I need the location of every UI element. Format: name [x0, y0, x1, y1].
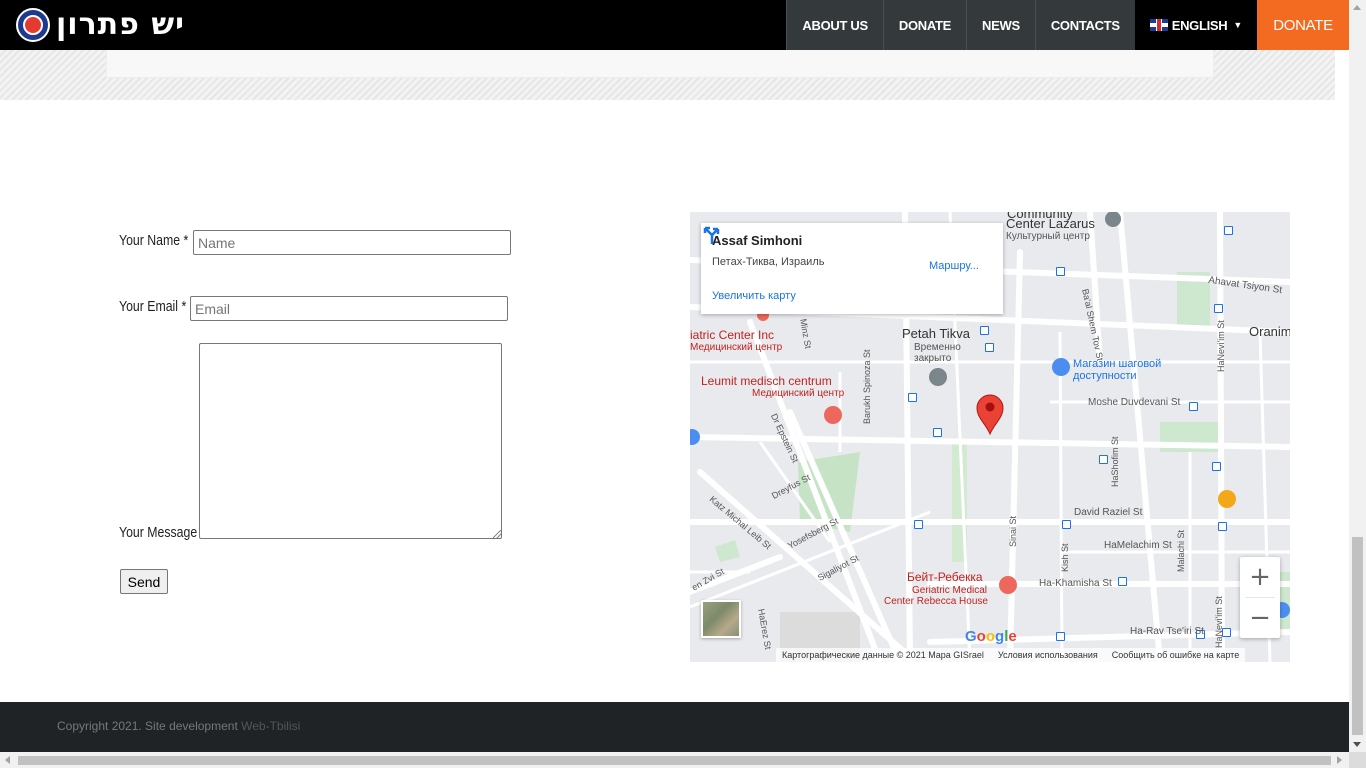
nav-news[interactable]: NEWS [966, 0, 1035, 50]
map-label: iatric Center Inc [690, 328, 775, 342]
copyright-text: Copyright 2021. Site development Web-Tbi… [57, 719, 300, 733]
message-label: Your Message [119, 524, 198, 541]
bus-stop-icon [908, 393, 917, 402]
map-label: Moshe Duvdevani St [1088, 397, 1181, 408]
horizontal-scrollbar[interactable] [0, 752, 1349, 768]
map-label: HaNevi'im St [1216, 320, 1226, 372]
vertical-scrollbar[interactable] [1349, 0, 1366, 752]
message-field-wrap [199, 343, 502, 539]
satellite-toggle-thumbnail[interactable] [701, 600, 741, 638]
map-label: Ha-Khamisha St [1039, 578, 1112, 589]
zoom-controls: + − [1240, 557, 1280, 638]
map-data-credit: Картографические данные © 2021 Mapa GISr… [782, 650, 984, 660]
bus-stop-icon [1214, 304, 1223, 313]
map-label: Leumit medisch centrum [701, 374, 832, 388]
resize-handle-icon[interactable] [493, 530, 501, 538]
scroll-up-arrow-icon[interactable] [1353, 5, 1361, 10]
place-title: Assaf Simhoni [712, 233, 803, 248]
send-button[interactable]: Send [120, 569, 168, 594]
place-info-card: Assaf Simhoni Петах-Тиква, Израиль Увели… [701, 223, 1003, 314]
nav-about-us[interactable]: ABOUT US [786, 0, 883, 50]
bus-stop-icon [1118, 577, 1127, 586]
bus-stop-icon [1189, 402, 1198, 411]
horizontal-scroll-thumb[interactable] [18, 756, 1331, 765]
scroll-left-arrow-icon[interactable] [5, 756, 10, 764]
name-label: Your Name * [119, 232, 189, 249]
map-label: Бейт-Ребекка [907, 570, 983, 584]
language-label: ENGLISH [1171, 17, 1228, 33]
logo-text: יש פתרון [56, 7, 185, 42]
bus-stop-icon [1056, 267, 1065, 276]
message-textarea[interactable] [199, 343, 502, 539]
language-selector[interactable]: ENGLISH ▼ [1134, 0, 1257, 50]
map-attribution: Картографические данные © 2021 Mapa GISr… [776, 648, 1246, 662]
map-label: Ha-Rav Tse'iri St [1130, 626, 1204, 637]
site-header: יש פתרון ABOUT US DONATE NEWS CONTACTS E… [0, 0, 1349, 50]
google-logo: Google [965, 628, 1017, 645]
bus-stop-icon [914, 520, 923, 529]
developer-link[interactable]: Web-Tbilisi [241, 719, 300, 733]
map-label: Center Lazarus [1006, 216, 1095, 231]
vertical-scroll-thumb[interactable] [1352, 537, 1363, 735]
map-label: Временно закрыто [914, 342, 961, 364]
name-input[interactable] [193, 230, 511, 255]
scroll-right-arrow-icon[interactable] [1337, 756, 1342, 764]
map-label: HaShofim St [1110, 436, 1120, 487]
email-label: Your Email * [119, 298, 187, 315]
logo-emblem-icon [16, 8, 50, 42]
bus-stop-icon [1224, 226, 1233, 235]
map-label: HaMelachim St [1104, 540, 1172, 551]
nav-donate[interactable]: DONATE [882, 0, 967, 50]
map-label: Sinai St [1008, 515, 1018, 547]
site-logo[interactable]: יש פתרון [16, 8, 185, 42]
directions-icon[interactable] [701, 223, 723, 245]
map-label: Медицинский центр [752, 388, 845, 399]
donate-button[interactable]: DONATE [1257, 0, 1349, 50]
map-label: David Raziel St [1074, 507, 1143, 518]
map-label: Oranim [1249, 324, 1290, 339]
hatched-band [0, 50, 1335, 100]
content-box-bottom [106, 50, 1214, 78]
bus-stop-icon [933, 428, 942, 437]
map-label: Культурный центр [1006, 231, 1090, 242]
location-pin-icon [976, 394, 1004, 436]
scroll-down-arrow-icon[interactable] [1353, 742, 1361, 747]
map-label: Malachi St [1176, 529, 1186, 572]
caret-down-icon: ▼ [1233, 20, 1242, 30]
map-label: Center Rebecca House [884, 596, 988, 607]
map-label: Petah Tikva [902, 326, 970, 341]
scrollbar-corner [1349, 752, 1366, 768]
map-label: Магазин шаговой доступности [1073, 358, 1162, 382]
terms-link[interactable]: Условия использования [998, 650, 1098, 660]
enlarge-map-link[interactable]: Увеличить карту [712, 290, 796, 302]
embedded-map[interactable]: Community Center Lazarus Культурный цент… [690, 212, 1290, 662]
bus-stop-icon [1218, 522, 1227, 531]
map-label: Geriatric Medical [912, 585, 988, 596]
bus-stop-icon [985, 343, 994, 352]
bus-stop-icon [1099, 455, 1108, 464]
email-input[interactable] [190, 296, 508, 321]
bus-stop-icon [980, 326, 989, 335]
map-label: Barukh Spinoza St [862, 349, 872, 424]
map-label: Медицинский центр [690, 342, 783, 353]
copyright-label: Copyright 2021. Site development [57, 719, 238, 733]
map-label: HaNevi'im St [1214, 596, 1224, 648]
zoom-out-button[interactable]: − [1240, 598, 1280, 638]
page: יש פתרון ABOUT US DONATE NEWS CONTACTS E… [0, 0, 1366, 768]
place-address: Петах-Тиква, Израиль [712, 256, 825, 268]
nav-contacts[interactable]: CONTACTS [1034, 0, 1135, 50]
report-error-link[interactable]: Сообщить об ошибке на карте [1112, 650, 1239, 660]
site-footer: Copyright 2021. Site development Web-Tbi… [0, 702, 1349, 752]
map-label: Kish St [1060, 543, 1070, 572]
uk-flag-icon [1149, 19, 1168, 31]
bus-stop-icon [1056, 632, 1065, 641]
bus-stop-icon [1212, 462, 1221, 471]
zoom-in-button[interactable]: + [1240, 557, 1280, 597]
bus-stop-icon [1062, 520, 1071, 529]
directions-label[interactable]: Маршру... [929, 260, 979, 272]
main-nav: ABOUT US DONATE NEWS CONTACTS ENGLISH ▼ … [786, 0, 1349, 50]
